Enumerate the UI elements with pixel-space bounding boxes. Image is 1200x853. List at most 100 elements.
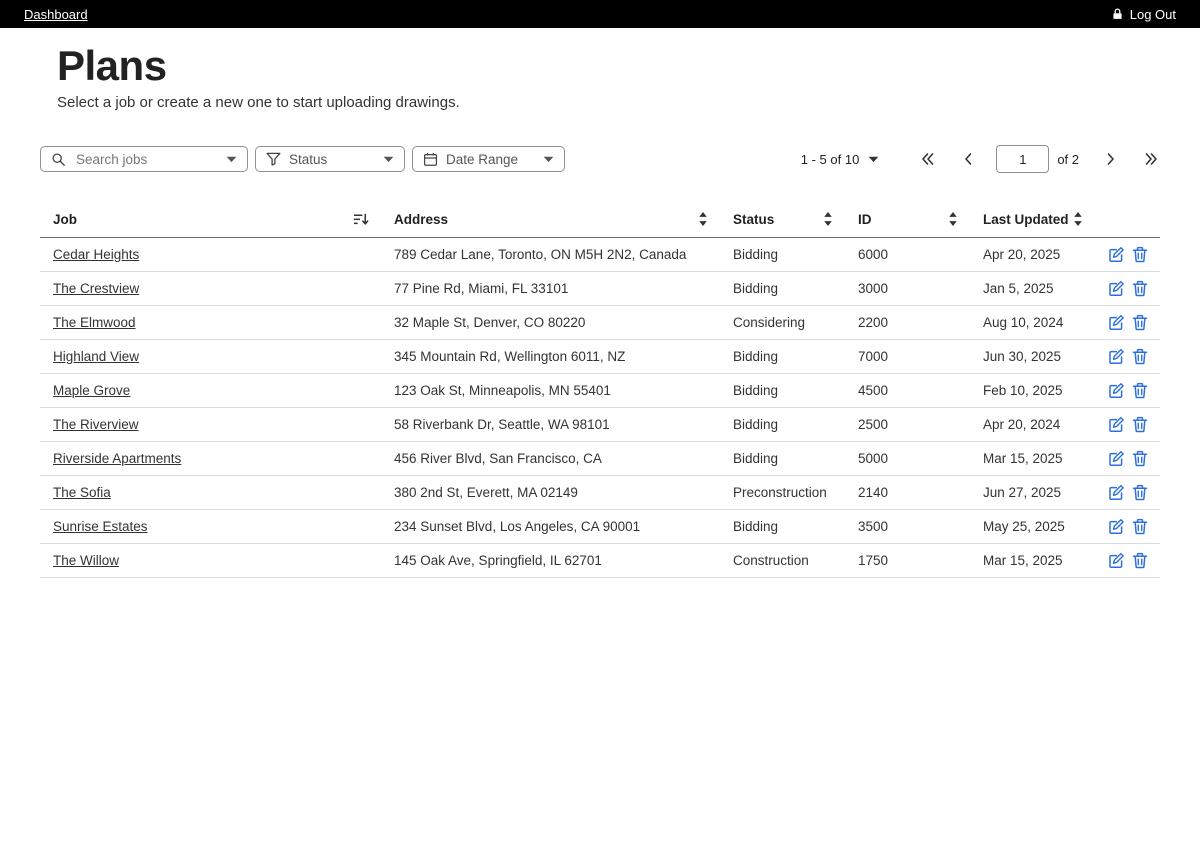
status-cell: Bidding <box>720 442 845 476</box>
trash-icon <box>1132 450 1148 467</box>
job-link[interactable]: Cedar Heights <box>53 247 139 262</box>
edit-button[interactable] <box>1108 382 1125 399</box>
edit-button[interactable] <box>1108 246 1125 263</box>
sort-job-button[interactable] <box>353 212 369 227</box>
delete-button[interactable] <box>1132 246 1148 263</box>
address-cell: 456 River Blvd, San Francisco, CA <box>381 442 720 476</box>
edit-button[interactable] <box>1108 416 1125 433</box>
delete-button[interactable] <box>1132 552 1148 569</box>
job-link[interactable]: Maple Grove <box>53 383 130 398</box>
id-cell: 4500 <box>845 374 970 408</box>
chevron-down-icon <box>383 156 394 163</box>
logout-button[interactable]: Log Out <box>1111 7 1176 22</box>
trash-icon <box>1132 552 1148 569</box>
column-header-job: Job <box>40 205 381 238</box>
next-page-button[interactable] <box>1105 151 1117 167</box>
double-chevron-right-icon <box>1143 151 1160 167</box>
sort-updown-icon <box>948 211 958 227</box>
trash-icon <box>1132 382 1148 399</box>
id-cell: 1750 <box>845 544 970 578</box>
column-label: Last Updated <box>983 212 1069 227</box>
job-link[interactable]: The Willow <box>53 553 119 568</box>
table-row: Sunrise Estates 234 Sunset Blvd, Los Ang… <box>40 510 1160 544</box>
delete-button[interactable] <box>1132 450 1148 467</box>
sort-id-button[interactable] <box>948 211 958 227</box>
job-link[interactable]: The Crestview <box>53 281 139 296</box>
sort-status-button[interactable] <box>823 211 833 227</box>
date-range-dropdown[interactable]: Date Range <box>412 146 565 172</box>
edit-button[interactable] <box>1108 552 1125 569</box>
job-link[interactable]: The Elmwood <box>53 315 136 330</box>
delete-button[interactable] <box>1132 484 1148 501</box>
table-row: The Elmwood 32 Maple St, Denver, CO 8022… <box>40 306 1160 340</box>
actions-cell <box>1095 476 1160 510</box>
delete-button[interactable] <box>1132 518 1148 535</box>
edit-button[interactable] <box>1108 518 1125 535</box>
column-label: ID <box>858 212 872 227</box>
delete-button[interactable] <box>1132 280 1148 297</box>
trash-icon <box>1132 348 1148 365</box>
last-page-button[interactable] <box>1143 151 1160 167</box>
page-title: Plans <box>57 42 1160 90</box>
sort-address-button[interactable] <box>698 211 708 227</box>
actions-cell <box>1095 306 1160 340</box>
edit-button[interactable] <box>1108 314 1125 331</box>
sort-updown-icon <box>823 211 833 227</box>
edit-button[interactable] <box>1108 348 1125 365</box>
dashboard-link[interactable]: Dashboard <box>24 7 88 22</box>
last-updated-cell: May 25, 2025 <box>970 510 1095 544</box>
status-cell: Bidding <box>720 374 845 408</box>
job-link[interactable]: The Sofia <box>53 485 111 500</box>
id-cell: 3000 <box>845 272 970 306</box>
address-cell: 123 Oak St, Minneapolis, MN 55401 <box>381 374 720 408</box>
job-cell: Cedar Heights <box>40 238 381 272</box>
job-link[interactable]: Sunrise Estates <box>53 519 148 534</box>
job-link[interactable]: Highland View <box>53 349 139 364</box>
table-row: The Willow 145 Oak Ave, Springfield, IL … <box>40 544 1160 578</box>
actions-cell <box>1095 442 1160 476</box>
delete-button[interactable] <box>1132 314 1148 331</box>
column-header-last-updated: Last Updated <box>970 205 1095 238</box>
job-link[interactable]: The Riverview <box>53 417 139 432</box>
rows-range-dropdown[interactable]: 1 - 5 of 10 <box>801 152 880 167</box>
job-cell: Maple Grove <box>40 374 381 408</box>
id-cell: 2500 <box>845 408 970 442</box>
previous-page-button[interactable] <box>962 151 974 167</box>
address-cell: 380 2nd St, Everett, MA 02149 <box>381 476 720 510</box>
search-input[interactable] <box>74 151 218 168</box>
date-range-label: Date Range <box>446 152 535 167</box>
main-content: Plans Select a job or create a new one t… <box>0 42 1200 578</box>
jobs-table: Job Address <box>40 205 1160 578</box>
status-cell: Bidding <box>720 272 845 306</box>
first-page-button[interactable] <box>919 151 936 167</box>
edit-button[interactable] <box>1108 450 1125 467</box>
search-jobs-dropdown[interactable] <box>40 146 248 172</box>
job-link[interactable]: Riverside Apartments <box>53 451 181 466</box>
id-cell: 7000 <box>845 340 970 374</box>
page-number-input[interactable] <box>996 145 1049 173</box>
status-cell: Preconstruction <box>720 476 845 510</box>
address-cell: 58 Riverbank Dr, Seattle, WA 98101 <box>381 408 720 442</box>
last-updated-cell: Feb 10, 2025 <box>970 374 1095 408</box>
address-cell: 789 Cedar Lane, Toronto, ON M5H 2N2, Can… <box>381 238 720 272</box>
status-filter-dropdown[interactable]: Status <box>255 146 405 172</box>
edit-icon <box>1108 314 1125 331</box>
address-cell: 77 Pine Rd, Miami, FL 33101 <box>381 272 720 306</box>
edit-button[interactable] <box>1108 280 1125 297</box>
double-chevron-left-icon <box>919 151 936 167</box>
id-cell: 6000 <box>845 238 970 272</box>
filter-icon <box>266 152 281 166</box>
delete-button[interactable] <box>1132 382 1148 399</box>
chevron-left-icon <box>962 151 974 167</box>
address-cell: 32 Maple St, Denver, CO 80220 <box>381 306 720 340</box>
edit-icon <box>1108 416 1125 433</box>
status-cell: Considering <box>720 306 845 340</box>
sort-last-updated-button[interactable] <box>1073 211 1083 227</box>
edit-button[interactable] <box>1108 484 1125 501</box>
rows-range-label: 1 - 5 of 10 <box>801 152 860 167</box>
table-row: Riverside Apartments 456 River Blvd, San… <box>40 442 1160 476</box>
delete-button[interactable] <box>1132 348 1148 365</box>
actions-cell <box>1095 272 1160 306</box>
delete-button[interactable] <box>1132 416 1148 433</box>
table-row: Maple Grove 123 Oak St, Minneapolis, MN … <box>40 374 1160 408</box>
